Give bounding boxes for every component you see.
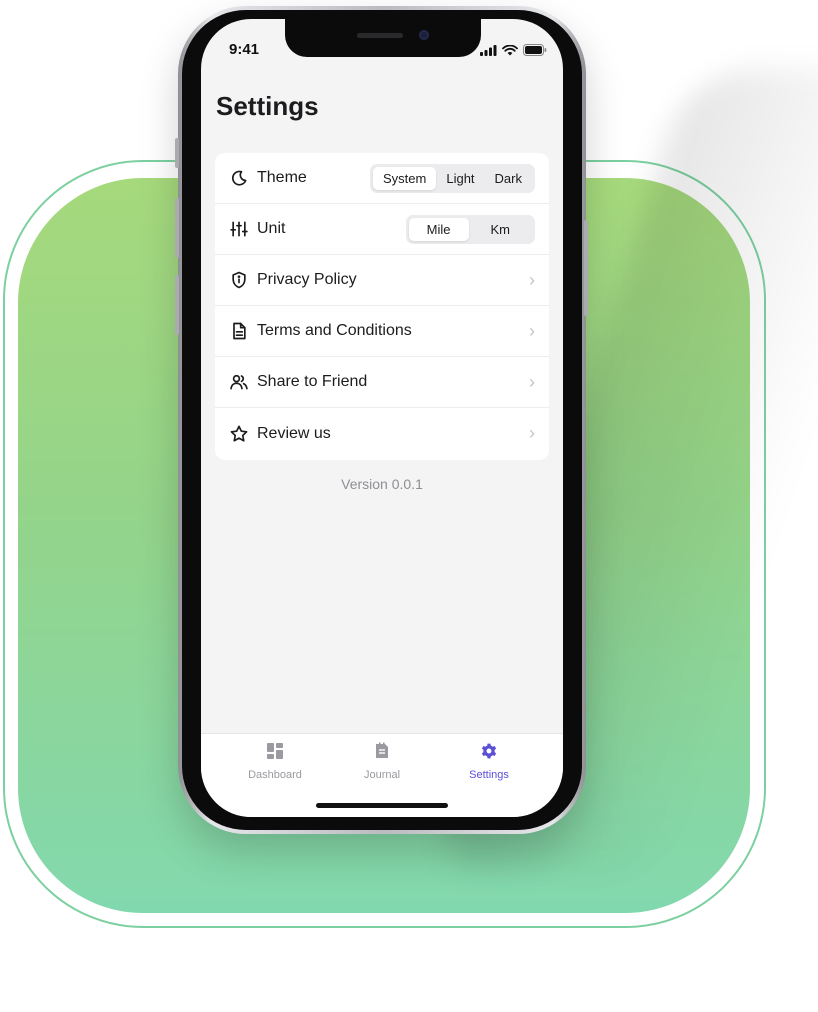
chevron-right-icon: ›	[529, 320, 535, 341]
share-label: Share to Friend	[257, 373, 368, 390]
status-icons	[480, 43, 547, 61]
theme-segmented-control: System Light Dark	[370, 163, 535, 193]
journal-icon	[373, 742, 391, 764]
unit-row: Unit Mile Km	[215, 204, 549, 255]
home-indicator[interactable]	[316, 803, 448, 808]
shield-info-icon	[229, 270, 249, 290]
terms-label: Terms and Conditions	[257, 322, 412, 339]
camera	[419, 30, 429, 40]
phone-button-volume-up	[175, 198, 179, 258]
theme-label: Theme	[257, 169, 307, 186]
dashboard-icon	[266, 743, 284, 764]
phone-screen: 9:41 Settings Theme System Light Dark Un…	[201, 19, 563, 817]
tab-dashboard[interactable]: Dashboard	[230, 742, 320, 781]
tab-journal-label: Journal	[363, 769, 401, 781]
tab-settings-label: Settings	[469, 769, 509, 781]
chevron-right-icon: ›	[529, 371, 535, 392]
sliders-icon	[229, 219, 249, 239]
chevron-right-icon: ›	[529, 269, 535, 290]
gear-icon	[480, 743, 498, 764]
unit-label: Unit	[257, 220, 286, 237]
chevron-right-icon: ›	[529, 423, 535, 443]
privacy-policy-row[interactable]: Privacy Policy ›	[215, 255, 549, 306]
page-title: Settings	[216, 91, 319, 121]
phone-button-volume-down	[175, 275, 179, 335]
moon-icon	[229, 168, 249, 188]
tab-bar: Dashboard Journal Settings	[201, 733, 563, 817]
tab-dashboard-label: Dashboard	[248, 769, 302, 781]
share-row[interactable]: Share to Friend ›	[215, 357, 549, 408]
terms-row[interactable]: Terms and Conditions ›	[215, 306, 549, 357]
settings-card: Theme System Light Dark Unit Mile Km Pri…	[215, 153, 549, 460]
review-label: Review us	[257, 424, 331, 442]
theme-option-system[interactable]: System	[373, 166, 437, 190]
battery-icon	[523, 43, 547, 61]
unit-option-km[interactable]: Km	[469, 218, 533, 241]
privacy-policy-label: Privacy Policy	[257, 271, 357, 288]
users-icon	[229, 372, 249, 392]
review-row[interactable]: Review us ›	[215, 408, 549, 459]
unit-segmented-control: Mile Km	[405, 214, 535, 244]
theme-option-light[interactable]: Light	[436, 167, 484, 190]
theme-row: Theme System Light Dark	[215, 153, 549, 204]
document-icon	[229, 321, 249, 341]
notch	[285, 19, 481, 57]
theme-option-dark[interactable]: Dark	[485, 167, 532, 190]
unit-option-mile[interactable]: Mile	[408, 217, 469, 241]
app-version: Version 0.0.1	[341, 476, 423, 492]
tab-settings[interactable]: Settings	[444, 742, 534, 781]
tab-journal[interactable]: Journal	[337, 742, 427, 781]
phone-button-silent	[175, 138, 179, 168]
signal-icon	[480, 43, 497, 61]
wifi-icon	[502, 43, 518, 61]
star-icon	[229, 424, 249, 444]
status-time: 9:41	[229, 41, 260, 58]
phone-button-power	[584, 220, 588, 316]
